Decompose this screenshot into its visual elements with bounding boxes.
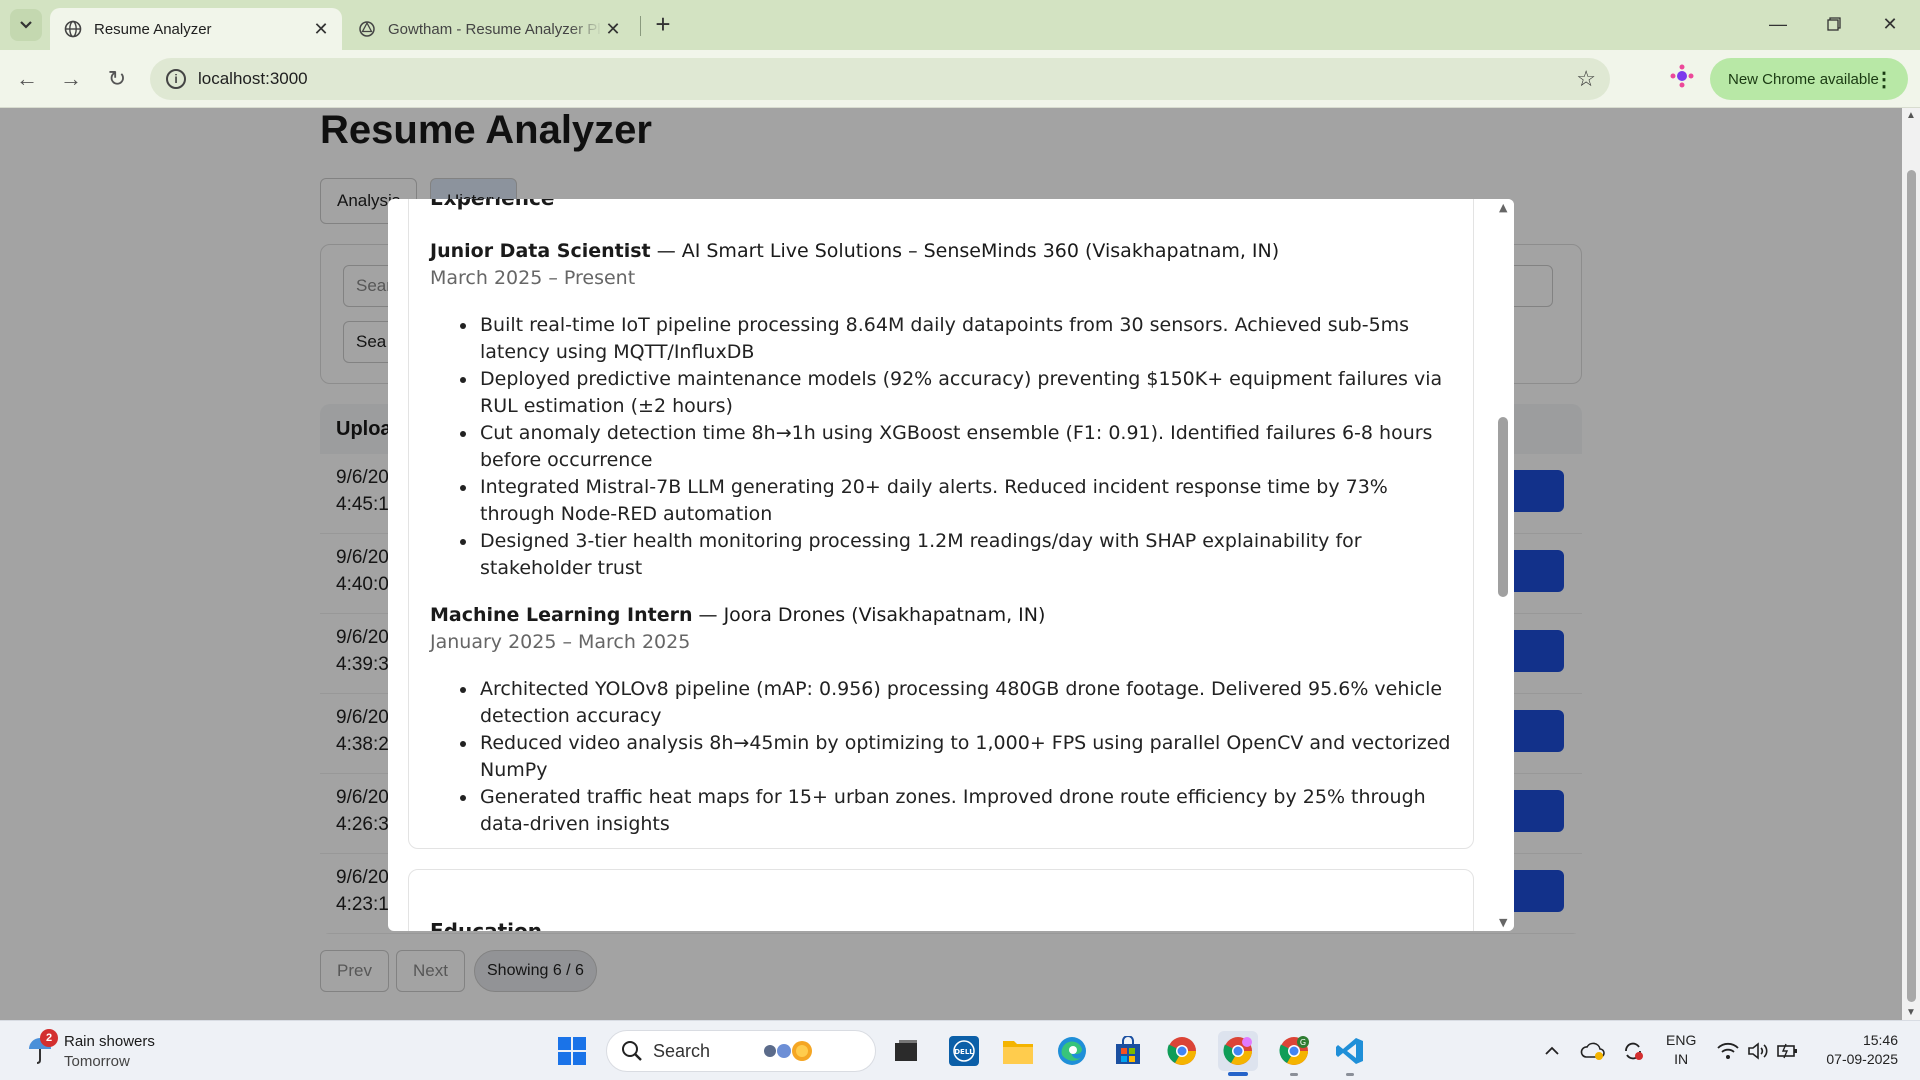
search-icon bbox=[622, 1041, 642, 1061]
scroll-up-arrow-icon[interactable]: ▲ bbox=[1499, 201, 1507, 214]
close-tab-icon[interactable]: ✕ bbox=[602, 18, 624, 40]
weather-badge: 2 bbox=[40, 1029, 58, 1047]
bookmark-star-icon[interactable]: ☆ bbox=[1576, 66, 1596, 92]
windows-taskbar: 2 Rain showers Tomorrow Search DELL G EN… bbox=[0, 1020, 1920, 1080]
close-tab-icon[interactable]: ✕ bbox=[310, 18, 332, 40]
scroll-down-arrow-icon[interactable]: ▼ bbox=[1499, 916, 1507, 929]
restore-icon[interactable] bbox=[1806, 0, 1862, 48]
openai-icon bbox=[358, 20, 376, 38]
clock-date: 07-09-2025 bbox=[1826, 1051, 1898, 1067]
modal-content: Experience Junior Data Scientist — AI Sm… bbox=[388, 199, 1494, 931]
chrome-icon[interactable] bbox=[1162, 1031, 1202, 1071]
chrome-update-button[interactable]: New Chrome available ⋮ bbox=[1710, 58, 1908, 100]
file-explorer-icon[interactable] bbox=[998, 1031, 1038, 1071]
more-menu-icon[interactable]: ⋮ bbox=[1874, 67, 1894, 92]
url-text: localhost:3000 bbox=[198, 69, 308, 88]
forward-arrow-icon[interactable]: → bbox=[56, 64, 86, 94]
clock-time: 15:46 bbox=[1862, 1032, 1898, 1048]
list-item: Cut anomaly detection time 8h→1h using X… bbox=[458, 420, 1458, 474]
language-code: ENG bbox=[1666, 1032, 1697, 1048]
chevron-down-icon bbox=[20, 21, 32, 29]
modal-scrollbar-thumb[interactable] bbox=[1498, 417, 1508, 597]
running-app-indicator bbox=[1290, 1073, 1298, 1076]
minimize-icon[interactable]: — bbox=[1750, 0, 1806, 48]
input-language[interactable]: ENG IN bbox=[1666, 1031, 1696, 1069]
list-item: Deployed predictive maintenance models (… bbox=[458, 366, 1458, 420]
onedrive-icon[interactable] bbox=[1578, 1021, 1608, 1080]
task-view-icon[interactable] bbox=[886, 1031, 926, 1071]
dell-app-icon[interactable]: DELL bbox=[944, 1031, 984, 1071]
reload-icon[interactable]: ↻ bbox=[102, 64, 132, 94]
tab-search-button[interactable] bbox=[10, 9, 42, 41]
running-app-indicator bbox=[1346, 1073, 1354, 1076]
job-bullets: Architected YOLOv8 pipeline (mAP: 0.956)… bbox=[458, 676, 1458, 838]
tab-separator bbox=[640, 16, 641, 36]
weather-widget[interactable]: 2 Rain showers Tomorrow bbox=[22, 1029, 222, 1073]
vscode-icon[interactable] bbox=[1330, 1031, 1370, 1071]
browser-tab-strip: Resume Analyzer ✕ Gowtham - Resume Analy… bbox=[0, 0, 1920, 50]
modal-scrollbar[interactable]: ▲ ▼ bbox=[1494, 199, 1514, 931]
region-code: IN bbox=[1674, 1051, 1689, 1067]
system-clock[interactable]: 15:46 07-09-2025 bbox=[1826, 1031, 1898, 1069]
site-info-icon[interactable]: i bbox=[166, 69, 186, 89]
address-bar[interactable]: i localhost:3000 ☆ bbox=[150, 58, 1610, 100]
globe-icon bbox=[64, 20, 82, 38]
job-dates: January 2025 – March 2025 bbox=[430, 631, 691, 653]
scroll-down-arrow-icon[interactable]: ▼ bbox=[1906, 1007, 1916, 1018]
chrome-profile-g-icon[interactable]: G bbox=[1274, 1031, 1314, 1071]
browser-toolbar: ← → ↻ i localhost:3000 ☆ bbox=[0, 50, 1920, 108]
education-heading: Education bbox=[430, 919, 542, 931]
job-dates: March 2025 – Present bbox=[430, 267, 636, 289]
svg-text:G: G bbox=[1300, 1038, 1306, 1047]
chrome-profile-active-icon[interactable] bbox=[1218, 1031, 1258, 1071]
resume-details-modal: Experience Junior Data Scientist — AI Sm… bbox=[388, 199, 1514, 931]
close-window-icon[interactable]: ✕ bbox=[1862, 0, 1918, 48]
weather-condition: Rain showers bbox=[64, 1033, 155, 1050]
new-tab-button[interactable]: + bbox=[650, 11, 676, 38]
list-item: Reduced video analysis 8h→45min by optim… bbox=[458, 730, 1458, 784]
back-arrow-icon[interactable]: ← bbox=[12, 64, 42, 94]
microsoft-store-icon[interactable] bbox=[1108, 1031, 1148, 1071]
list-item: Generated traffic heat maps for 15+ urba… bbox=[458, 784, 1458, 838]
update-label: New Chrome available bbox=[1728, 70, 1879, 88]
tab-gowtham-plan[interactable]: Gowtham - Resume Analyzer Pl ✕ bbox=[344, 8, 634, 50]
page-scrollbar[interactable]: ▲ ▼ bbox=[1902, 108, 1920, 1020]
active-app-indicator bbox=[1228, 1072, 1248, 1076]
search-highlights-icon bbox=[764, 1041, 813, 1061]
experience-heading: Experience bbox=[430, 199, 554, 210]
taskbar-search[interactable]: Search bbox=[606, 1030, 876, 1072]
edge-browser-icon[interactable] bbox=[1052, 1031, 1092, 1071]
list-item: Designed 3-tier health monitoring proces… bbox=[458, 528, 1458, 582]
scroll-up-arrow-icon[interactable]: ▲ bbox=[1906, 110, 1916, 121]
list-item: Architected YOLOv8 pipeline (mAP: 0.956)… bbox=[458, 676, 1458, 730]
list-item: Integrated Mistral-7B LLM generating 20+… bbox=[458, 474, 1458, 528]
svg-text:DELL: DELL bbox=[954, 1048, 974, 1056]
sync-icon[interactable] bbox=[1618, 1021, 1648, 1080]
volume-icon[interactable] bbox=[1744, 1021, 1772, 1080]
weather-when: Tomorrow bbox=[64, 1053, 130, 1070]
job-title: Junior Data Scientist — AI Smart Live So… bbox=[430, 240, 1280, 262]
page-scrollbar-thumb[interactable] bbox=[1907, 170, 1916, 1002]
wifi-icon[interactable] bbox=[1714, 1021, 1742, 1080]
windows-start-icon[interactable] bbox=[552, 1031, 592, 1071]
tab-resume-analyzer[interactable]: Resume Analyzer ✕ bbox=[50, 8, 342, 50]
tab-title: Gowtham - Resume Analyzer Pl bbox=[388, 20, 601, 38]
search-label: Search bbox=[653, 1040, 711, 1061]
tab-title: Resume Analyzer bbox=[94, 20, 212, 38]
job-title: Machine Learning Intern — Joora Drones (… bbox=[430, 604, 1046, 626]
extension-icon[interactable] bbox=[1668, 62, 1696, 90]
battery-icon[interactable] bbox=[1774, 1021, 1802, 1080]
job-bullets: Built real-time IoT pipeline processing … bbox=[458, 312, 1458, 582]
education-card bbox=[408, 869, 1474, 931]
show-hidden-icons-chevron[interactable] bbox=[1540, 1021, 1564, 1080]
list-item: Built real-time IoT pipeline processing … bbox=[458, 312, 1458, 366]
